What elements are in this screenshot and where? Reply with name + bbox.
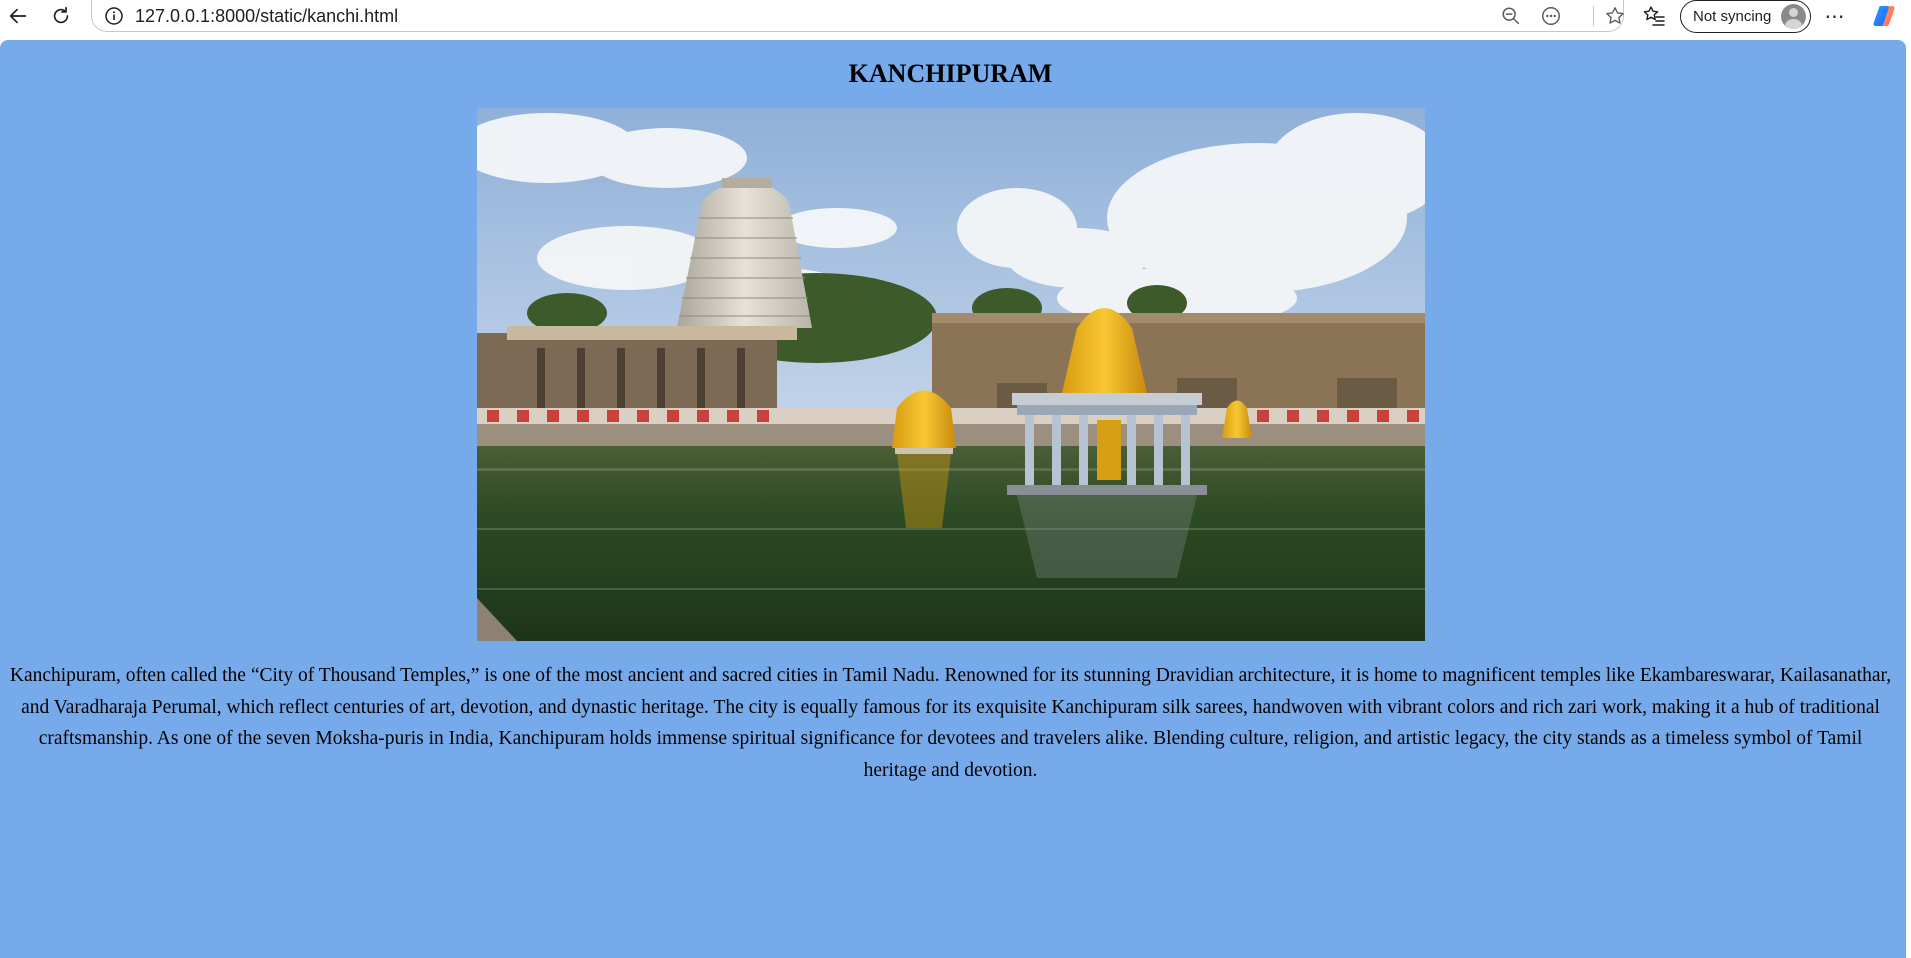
back-button[interactable] xyxy=(0,0,36,32)
reading-options-button[interactable] xyxy=(1538,4,1564,28)
favorites-list-icon xyxy=(1643,6,1665,26)
ellipsis-icon: ⋯ xyxy=(1824,5,1846,28)
zoom-out-icon xyxy=(1502,7,1520,25)
refresh-icon xyxy=(53,6,69,24)
star-icon xyxy=(1606,7,1624,24)
browser-toolbar: 127.0.0.1:8000/static/kanchi.html Not sy… xyxy=(0,0,1911,40)
page-title: KANCHIPURAM xyxy=(848,59,1053,88)
page-viewport: KANCHIPURAM Kanchipuram, often called th… xyxy=(0,40,1906,958)
copilot-icon xyxy=(1873,6,1895,26)
favorites-button[interactable] xyxy=(1640,2,1668,30)
city-description: Kanchipuram, often called the “City of T… xyxy=(9,665,1892,781)
more-options-circle-icon xyxy=(1542,7,1560,25)
refresh-button[interactable] xyxy=(43,0,79,32)
zoom-out-button[interactable] xyxy=(1498,4,1524,28)
back-arrow-icon xyxy=(9,8,27,24)
address-bar-divider xyxy=(1593,6,1594,26)
copilot-button[interactable] xyxy=(1870,2,1898,30)
window-edge xyxy=(1906,40,1911,958)
address-bar[interactable]: 127.0.0.1:8000/static/kanchi.html xyxy=(91,0,1624,32)
kanchipuram-temple-photo xyxy=(477,108,1425,641)
profile-avatar-icon xyxy=(1781,4,1806,29)
add-favorite-button[interactable] xyxy=(1602,4,1628,28)
url-text[interactable]: 127.0.0.1:8000/static/kanchi.html xyxy=(135,5,398,27)
profile-status-label: Not syncing xyxy=(1693,8,1772,25)
info-icon[interactable] xyxy=(104,6,124,26)
profile-button[interactable]: Not syncing xyxy=(1680,0,1811,33)
settings-more-button[interactable]: ⋯ xyxy=(1820,2,1850,30)
